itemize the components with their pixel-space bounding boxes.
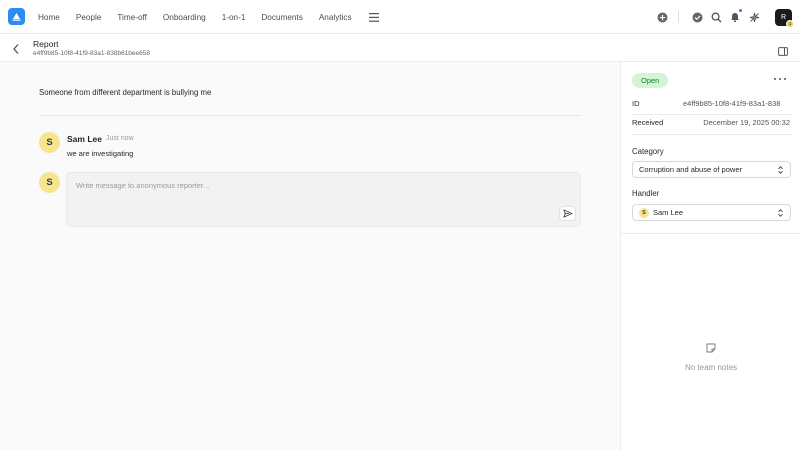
top-right-actions: R 1 xyxy=(650,0,794,34)
check-circle-icon[interactable] xyxy=(690,10,704,24)
section-divider xyxy=(39,115,580,116)
select-chevron-icon xyxy=(778,209,783,217)
top-navbar: Home People Time-off Onboarding 1-on-1 D… xyxy=(0,0,800,34)
message-input[interactable] xyxy=(76,181,536,190)
nav-time-off[interactable]: Time-off xyxy=(117,13,147,22)
message-avatar-initial: S xyxy=(46,137,53,148)
message-timestamp: Just now xyxy=(106,135,134,142)
sparkle-icon[interactable] xyxy=(747,10,761,24)
message-composer xyxy=(66,172,581,227)
handler-avatar: S xyxy=(639,207,649,218)
report-id-subtitle: e4ff9b85-10f8-41f9-83a1-838b61bee658 xyxy=(33,50,150,57)
nav-divider xyxy=(678,11,679,23)
nav-1-on-1[interactable]: 1-on-1 xyxy=(222,13,246,22)
status-badge[interactable]: Open xyxy=(632,73,669,88)
logo-icon xyxy=(12,13,21,21)
team-notes-empty: No team notes xyxy=(684,363,738,372)
panel-section-divider xyxy=(621,233,800,234)
search-icon[interactable] xyxy=(709,10,723,24)
back-chevron-icon[interactable] xyxy=(11,42,21,54)
note-icon xyxy=(706,343,716,353)
details-divider xyxy=(632,134,792,135)
handler-value: Sam Lee xyxy=(653,208,684,217)
plus-circle-icon[interactable] xyxy=(655,10,669,24)
handler-label: Handler xyxy=(632,189,660,198)
nav-people[interactable]: People xyxy=(76,13,102,22)
user-avatar-badge: 1 xyxy=(786,19,794,28)
category-select[interactable]: Corruption and abuse of power xyxy=(632,161,791,178)
category-label: Category xyxy=(632,147,664,156)
nav-home[interactable]: Home xyxy=(38,13,60,22)
notification-dot xyxy=(738,8,743,13)
send-button[interactable] xyxy=(559,206,576,221)
more-options-icon[interactable] xyxy=(774,74,786,84)
report-description: Someone from different department is bul… xyxy=(39,88,212,97)
message-body: we are investigating xyxy=(67,149,134,158)
send-icon xyxy=(562,209,573,218)
page-title: Report xyxy=(33,39,59,49)
composer-avatar: S xyxy=(39,172,60,193)
report-details-panel: Open ID e4ff9b85-10f8-41f9-83a1-838 Rece… xyxy=(620,62,800,450)
nav-onboarding[interactable]: Onboarding xyxy=(163,13,206,22)
report-main: Someone from different department is bul… xyxy=(0,62,620,450)
category-value: Corruption and abuse of power xyxy=(639,165,742,174)
details-divider xyxy=(632,114,792,115)
id-label: ID xyxy=(632,99,640,108)
bell-icon[interactable] xyxy=(728,8,743,24)
message-avatar: S xyxy=(39,132,60,153)
message-author: Sam Lee xyxy=(67,134,102,144)
nav-analytics[interactable]: Analytics xyxy=(319,13,352,22)
select-chevron-icon xyxy=(778,166,783,174)
report-header: Report e4ff9b85-10f8-41f9-83a1-838b61bee… xyxy=(0,34,800,62)
user-avatar-initials: R xyxy=(780,13,787,21)
received-label: Received xyxy=(632,118,664,127)
main-nav: Home People Time-off Onboarding 1-on-1 D… xyxy=(38,0,380,34)
hamburger-menu-icon[interactable] xyxy=(368,11,380,23)
received-value: December 19, 2025 00:32 xyxy=(703,118,790,127)
composer-avatar-initial: S xyxy=(46,177,53,188)
sidebar-toggle-icon[interactable] xyxy=(778,43,788,56)
id-value: e4ff9b85-10f8-41f9-83a1-838 xyxy=(683,99,781,108)
user-avatar[interactable]: R 1 xyxy=(775,8,794,28)
app-logo[interactable] xyxy=(8,8,25,25)
nav-documents[interactable]: Documents xyxy=(261,13,302,22)
handler-select[interactable]: S Sam Lee xyxy=(632,204,791,221)
